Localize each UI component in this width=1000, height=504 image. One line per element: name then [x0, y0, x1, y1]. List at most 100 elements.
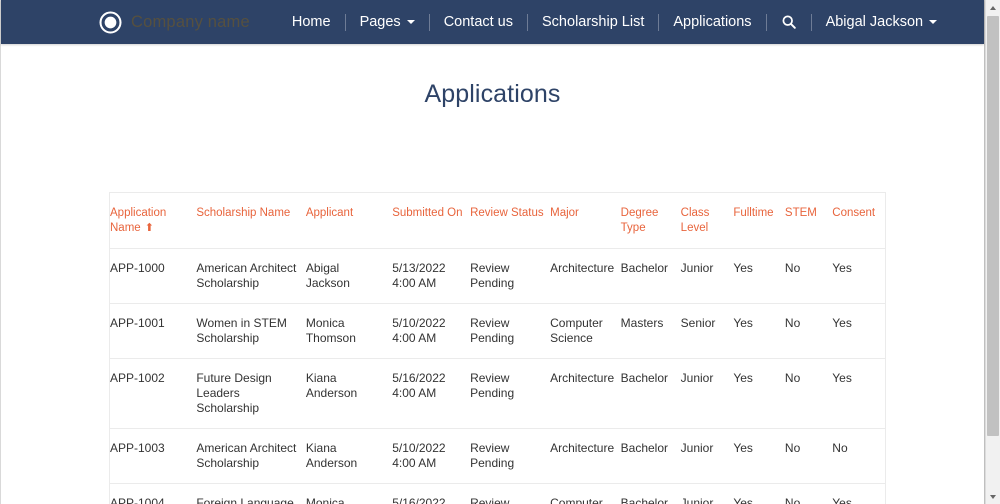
cell-degree-type: Bachelor	[621, 249, 681, 304]
cell-class-level: Junior	[681, 429, 734, 484]
cell-application-name: APP-1000	[110, 249, 196, 304]
cell-stem: No	[785, 249, 832, 304]
sort-ascending-icon: ⬆	[145, 223, 154, 234]
cell-review-status: Review Pending	[470, 359, 550, 429]
applications-table: Application Name⬆ Scholarship Name Appli…	[110, 193, 885, 504]
cell-fulltime: Yes	[733, 304, 785, 359]
brand-name: Company name	[131, 13, 250, 32]
cell-consent: Yes	[832, 359, 885, 429]
cell-applicant: Abigal Jackson	[306, 249, 392, 304]
cell-review-status: Review Pending	[470, 304, 550, 359]
cell-scholarship-name: Foreign Language Scholarship	[196, 484, 306, 504]
column-header-submitted-on[interactable]: Submitted On	[392, 193, 470, 249]
cell-scholarship-name: American Architect Scholarship	[196, 429, 306, 484]
page-root: Company name Home Pages Contact us Schol…	[0, 0, 1000, 504]
nav-item-pages-label: Pages	[360, 14, 401, 30]
table-row[interactable]: APP-1001 Women in STEM Scholarship Monic…	[110, 304, 885, 359]
brand-block[interactable]: Company name	[99, 11, 250, 34]
cell-review-status: Review Pending	[470, 249, 550, 304]
cell-stem: No	[785, 304, 832, 359]
column-header-applicant[interactable]: Applicant	[306, 193, 392, 249]
chevron-down-icon	[929, 20, 937, 24]
cell-major: Architecture	[550, 249, 621, 304]
account-menu[interactable]: Abigal Jackson	[812, 0, 952, 44]
cell-major: Computer Science	[550, 484, 621, 504]
nav-links: Home Pages Contact us Scholarship List A…	[278, 0, 951, 44]
cell-degree-type: Bachelor	[621, 484, 681, 504]
column-header-fulltime[interactable]: Fulltime	[733, 193, 785, 249]
cell-fulltime: Yes	[733, 359, 785, 429]
table-row[interactable]: APP-1000 American Architect Scholarship …	[110, 249, 885, 304]
vertical-scrollbar[interactable]	[985, 0, 1000, 504]
nav-item-contact-us[interactable]: Contact us	[430, 0, 527, 44]
cell-fulltime: Yes	[733, 484, 785, 504]
table-row[interactable]: APP-1003 American Architect Scholarship …	[110, 429, 885, 484]
column-header-application-name[interactable]: Application Name⬆	[110, 193, 196, 249]
cell-consent: No	[832, 429, 885, 484]
column-header-major[interactable]: Major	[550, 193, 621, 249]
column-header-stem[interactable]: STEM	[785, 193, 832, 249]
cell-submitted-on: 5/10/2022 4:00 AM	[392, 429, 470, 484]
cell-major: Architecture	[550, 429, 621, 484]
nav-item-scholarship-list[interactable]: Scholarship List	[528, 0, 658, 44]
column-header-scholarship-name[interactable]: Scholarship Name	[196, 193, 306, 249]
column-header-degree-type[interactable]: Degree Type	[621, 193, 681, 249]
cell-review-status: Review Pending	[470, 429, 550, 484]
nav-item-pages[interactable]: Pages	[346, 0, 429, 44]
table-row[interactable]: APP-1004 Foreign Language Scholarship Mo…	[110, 484, 885, 504]
cell-applicant: Kiana Anderson	[306, 429, 392, 484]
column-header-class-level[interactable]: Class Level	[681, 193, 734, 249]
cell-stem: No	[785, 484, 832, 504]
cell-degree-type: Bachelor	[621, 359, 681, 429]
cell-scholarship-name: Women in STEM Scholarship	[196, 304, 306, 359]
cell-submitted-on: 5/16/2022 4:00 AM	[392, 359, 470, 429]
cell-applicant: Monica Thomson	[306, 304, 392, 359]
cell-consent: Yes	[832, 249, 885, 304]
scrollbar-thumb[interactable]	[987, 16, 999, 436]
cell-consent: Yes	[832, 484, 885, 504]
cell-scholarship-name: Future Design Leaders Scholarship	[196, 359, 306, 429]
nav-item-applications[interactable]: Applications	[659, 0, 765, 44]
cell-application-name: APP-1002	[110, 359, 196, 429]
cell-degree-type: Masters	[621, 304, 681, 359]
table-header-row: Application Name⬆ Scholarship Name Appli…	[110, 193, 885, 249]
chevron-down-icon	[407, 20, 415, 24]
search-icon[interactable]	[767, 0, 811, 44]
column-header-review-status[interactable]: Review Status	[470, 193, 550, 249]
cell-class-level: Junior	[681, 359, 734, 429]
cell-stem: No	[785, 429, 832, 484]
top-navigation-bar: Company name Home Pages Contact us Schol…	[1, 0, 984, 44]
cell-class-level: Junior	[681, 484, 734, 504]
cell-applicant: Kiana Anderson	[306, 359, 392, 429]
cell-fulltime: Yes	[733, 249, 785, 304]
cell-class-level: Junior	[681, 249, 734, 304]
table-body: APP-1000 American Architect Scholarship …	[110, 249, 885, 504]
cell-scholarship-name: American Architect Scholarship	[196, 249, 306, 304]
nav-item-home[interactable]: Home	[278, 0, 345, 44]
cell-fulltime: Yes	[733, 429, 785, 484]
account-menu-label: Abigal Jackson	[826, 14, 924, 30]
cell-stem: No	[785, 359, 832, 429]
circle-ring-logo-icon	[99, 11, 122, 34]
cell-class-level: Senior	[681, 304, 734, 359]
table-header: Application Name⬆ Scholarship Name Appli…	[110, 193, 885, 249]
table-row[interactable]: APP-1002 Future Design Leaders Scholarsh…	[110, 359, 885, 429]
cell-applicant: Monica Thomson	[306, 484, 392, 504]
cell-application-name: APP-1001	[110, 304, 196, 359]
cell-consent: Yes	[832, 304, 885, 359]
cell-degree-type: Bachelor	[621, 429, 681, 484]
cell-review-status: Review Pending	[470, 484, 550, 504]
applications-table-card: Application Name⬆ Scholarship Name Appli…	[109, 192, 886, 504]
page-title: Applications	[1, 44, 984, 109]
column-header-consent[interactable]: Consent	[832, 193, 885, 249]
scroll-up-arrow-icon[interactable]	[986, 0, 1000, 15]
cell-major: Computer Science	[550, 304, 621, 359]
cell-submitted-on: 5/16/2022 4:00 AM	[392, 484, 470, 504]
cell-major: Architecture	[550, 359, 621, 429]
cell-application-name: APP-1004	[110, 484, 196, 504]
cell-application-name: APP-1003	[110, 429, 196, 484]
scroll-down-arrow-icon[interactable]	[986, 489, 1000, 504]
cell-submitted-on: 5/10/2022 4:00 AM	[392, 304, 470, 359]
column-header-application-name-label: Application Name	[110, 207, 166, 234]
cell-submitted-on: 5/13/2022 4:00 AM	[392, 249, 470, 304]
